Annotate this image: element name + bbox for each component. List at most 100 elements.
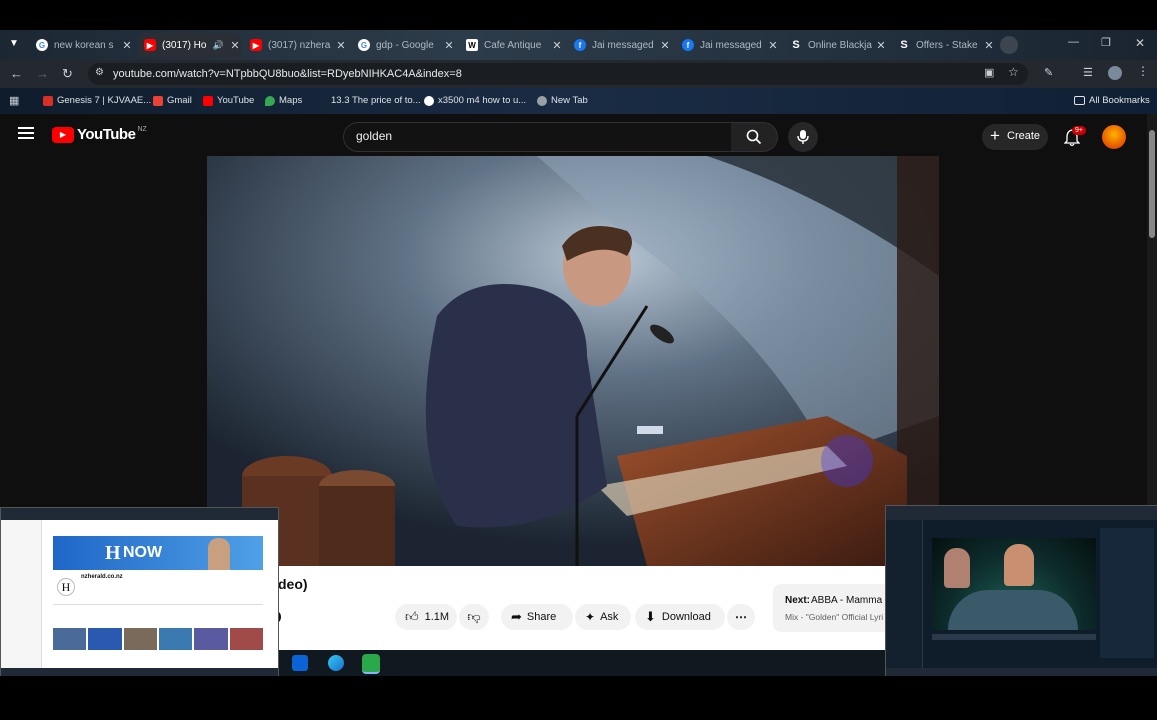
bookmark-label: Genesis 7 | KJVAAE... (57, 95, 152, 106)
create-button[interactable]: + Create (982, 124, 1048, 150)
share-label: Share (526, 611, 557, 623)
reload-icon[interactable]: ↻ (62, 66, 73, 82)
forward-icon[interactable]: → (36, 66, 49, 81)
scrollbar-thumb[interactable] (1149, 130, 1155, 238)
close-tab-icon[interactable]: ✕ (334, 39, 348, 52)
youtube-logo[interactable]: ▶ YouTube NZ (52, 126, 147, 143)
channel-logo-icon: H (57, 578, 75, 596)
pip-right-titlebar (886, 506, 1157, 520)
minimize-icon[interactable]: — (1068, 36, 1079, 48)
reading-list-icon[interactable]: ☰ (1083, 66, 1093, 79)
blackjack-table (948, 590, 1078, 630)
profile-avatar[interactable] (1108, 66, 1122, 80)
close-tab-icon[interactable]: ✕ (442, 39, 456, 52)
url-text[interactable]: youtube.com/watch?v=NTpbbQU8buo&list=RDy… (113, 68, 462, 80)
thumbnail[interactable] (53, 628, 87, 650)
browser-tab[interactable]: f Jai messaged ✕ (676, 33, 780, 57)
bookmark-item[interactable]: Gmail (153, 95, 192, 106)
bookmark-item[interactable]: New Tab (537, 95, 588, 106)
restore-icon[interactable]: ❐ (1101, 36, 1111, 49)
bookmark-item[interactable]: 13.3 The price of to... (317, 95, 421, 106)
thumbnail[interactable] (229, 628, 263, 650)
app-icon-active[interactable] (362, 654, 380, 674)
share-button[interactable]: ➦ Share (501, 604, 573, 630)
bookmark-item[interactable]: Genesis 7 | KJVAAE... (43, 95, 151, 106)
browser-tab[interactable]: S Online Blackja ✕ (784, 33, 888, 57)
tab-title: Offers - Stake (916, 39, 978, 51)
pip-window-right[interactable] (885, 505, 1157, 677)
browser-tab[interactable]: S Offers - Stake ✕ (892, 33, 996, 57)
thumbnail[interactable] (194, 628, 228, 650)
browser-tab[interactable]: f Jai messaged ✕ (568, 33, 672, 57)
pip-left-titlebar (1, 508, 278, 520)
browser-menu-icon[interactable]: ⋮ (1137, 64, 1149, 78)
more-actions-button[interactable]: ⋯ (727, 604, 755, 630)
tab-search-menu-icon[interactable]: ▼ (6, 38, 22, 52)
new-tab-button[interactable] (1000, 36, 1018, 54)
speaker-icon[interactable]: 🔊 (213, 40, 224, 51)
video-title[interactable]: deo) (278, 576, 308, 592)
outlook-icon[interactable] (292, 655, 308, 671)
bookmark-item[interactable]: YouTube (203, 95, 254, 106)
up-next-panel[interactable]: Next: ABBA - Mamma Mix - "Golden" Offici… (773, 584, 887, 632)
close-window-icon[interactable]: ✕ (1135, 36, 1145, 50)
browser-tab[interactable]: ▶ (3017) nzhera ✕ (244, 33, 348, 57)
pip-window-left[interactable]: H NOW H nzherald.co.nz (0, 507, 279, 677)
close-tab-icon[interactable]: ✕ (766, 39, 780, 52)
apps-grid-icon[interactable]: ▦ (9, 94, 19, 107)
top-letterbox (0, 0, 1157, 30)
microphone-icon (797, 130, 809, 144)
stake-icon: S (792, 39, 800, 51)
download-button[interactable]: ⬇︎ Download (635, 604, 725, 630)
close-tab-icon[interactable]: ✕ (658, 39, 672, 52)
close-tab-icon[interactable]: ✕ (120, 39, 134, 52)
bottom-letterbox (0, 676, 1157, 720)
thumbs-up-icon: 👍︎ (405, 609, 419, 624)
ask-button[interactable]: ✦ Ask (575, 604, 631, 630)
bookmark-label: New Tab (551, 95, 588, 106)
all-bookmarks[interactable]: All Bookmarks (1074, 95, 1150, 106)
account-avatar[interactable] (1102, 125, 1126, 149)
tab-title: new korean s (54, 39, 114, 51)
bookmark-item[interactable]: Maps (265, 95, 302, 106)
close-tab-icon[interactable]: ✕ (874, 39, 888, 52)
close-tab-icon[interactable]: ✕ (550, 39, 564, 52)
search-input[interactable]: golden (343, 122, 733, 152)
search-button[interactable] (731, 122, 778, 152)
install-app-icon[interactable]: ▣ (984, 66, 994, 79)
browser-tab[interactable]: G gdp - Google ✕ (352, 33, 456, 57)
site-info-icon[interactable]: ⚙ (95, 67, 104, 78)
browser-tab[interactable]: W Cafe Antique ✕ (460, 33, 564, 57)
browser-tab-active[interactable]: ▶ (3017) Ho 🔊 ✕ (138, 33, 242, 57)
dislike-button[interactable]: 👎︎ (459, 604, 489, 630)
browser-tab[interactable]: G new korean s ✕ (30, 33, 134, 57)
dealer-figure (944, 548, 970, 588)
notifications-button[interactable]: 9+ (1062, 126, 1086, 147)
video-player[interactable] (207, 156, 939, 566)
back-icon[interactable]: ← (10, 66, 23, 81)
close-tab-icon[interactable]: ✕ (982, 39, 996, 52)
like-button[interactable]: 👍︎ 1.1M (395, 604, 457, 630)
gmail-icon (153, 95, 163, 106)
search-icon (746, 129, 762, 145)
notification-badge: 9+ (1072, 126, 1086, 135)
hamburger-menu-icon[interactable] (18, 127, 34, 139)
like-count: 1.1M (424, 611, 450, 623)
bookmark-item[interactable]: x3500 m4 how to u... (424, 95, 526, 106)
extensions-icon[interactable]: ✎ (1044, 66, 1053, 79)
bookmark-star-icon[interactable]: ☆ (1008, 65, 1019, 79)
herald-logo-icon: H (105, 542, 121, 564)
thumbnail[interactable] (158, 628, 193, 650)
region-code: NZ (137, 126, 147, 133)
globe-icon (537, 95, 547, 106)
google-icon: G (36, 39, 48, 51)
facebook-icon: f (574, 39, 586, 51)
thumbnail[interactable] (123, 628, 157, 650)
voice-search-button[interactable] (788, 122, 818, 152)
channel-banner: H NOW (53, 536, 263, 570)
stake-icon: S (900, 39, 908, 51)
thumbnail[interactable] (88, 628, 122, 650)
edge-icon[interactable] (328, 655, 344, 671)
pip-left-sidebar (1, 520, 42, 676)
close-tab-icon[interactable]: ✕ (228, 39, 242, 52)
